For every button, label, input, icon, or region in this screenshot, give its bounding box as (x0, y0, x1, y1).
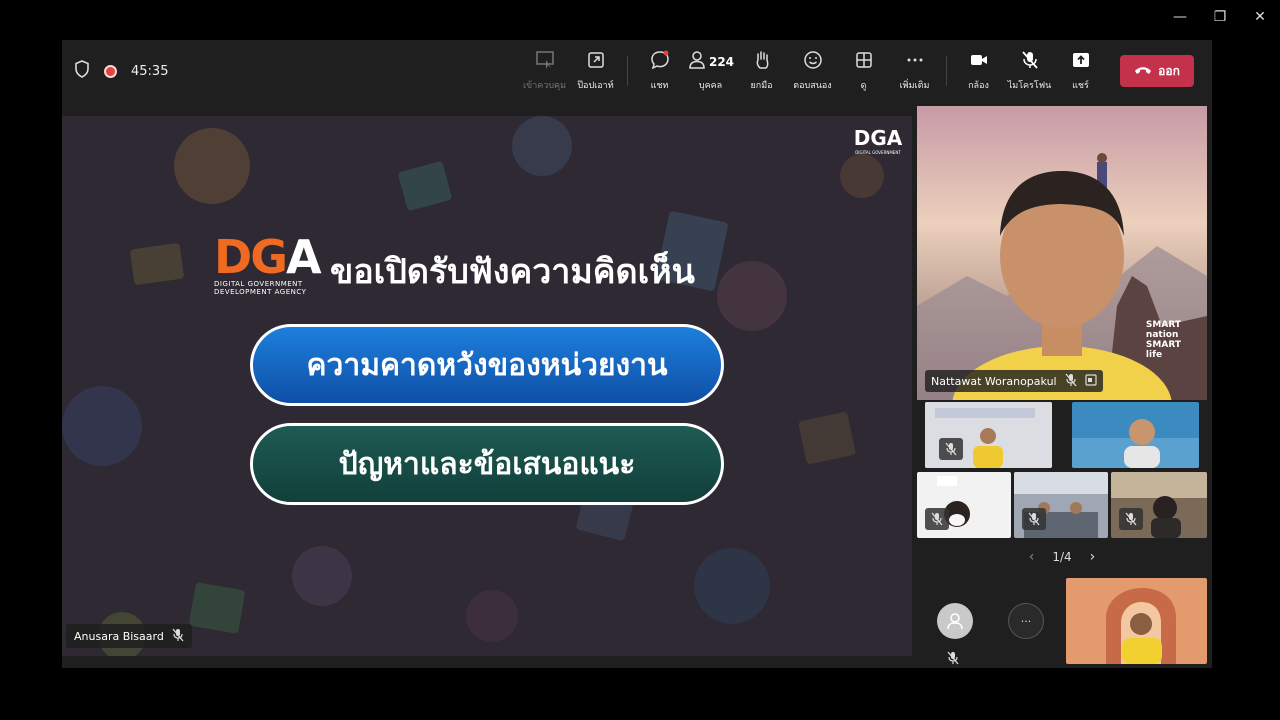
meeting-timer: 45:35 (131, 63, 169, 79)
chat-button[interactable]: แชท (634, 40, 685, 102)
mic-label: ไมโครโฟน (1007, 81, 1052, 91)
corner-dga-text: DGA (853, 126, 903, 150)
view-button[interactable]: ดู (838, 40, 889, 102)
mic-off-icon (1065, 373, 1077, 390)
share-label: แชร์ (1072, 81, 1089, 91)
gallery-pager: ‹ 1/4 › (917, 546, 1207, 568)
leave-label: ออก (1158, 63, 1180, 78)
minimize-button[interactable]: — (1160, 0, 1200, 34)
participant-tile[interactable] (925, 402, 1052, 468)
main-participant-tag: Nattawat Woranopakul (925, 370, 1103, 392)
maximize-button[interactable]: ❐ (1200, 0, 1240, 34)
smiley-icon (803, 50, 823, 74)
chevron-left-icon[interactable]: ‹ (1029, 549, 1035, 565)
smart-line-2: nation (1145, 330, 1179, 340)
smart-line-4: life (1145, 350, 1163, 360)
participant-tile[interactable] (1072, 402, 1199, 468)
more-participants-button[interactable]: ··· (1008, 603, 1044, 639)
chevron-right-icon[interactable]: › (1090, 549, 1096, 565)
slide-pill-expectations: ความคาดหวังของหน่วยงาน (250, 324, 724, 406)
chat-label: แชท (650, 81, 669, 91)
mic-off-icon (1119, 508, 1143, 530)
popout-button[interactable]: ป๊อปเอาท์ (570, 40, 621, 102)
share-screen-icon (1084, 373, 1097, 389)
avatar[interactable] (937, 603, 973, 639)
grid-icon (854, 50, 874, 74)
toolbar-divider (946, 56, 947, 86)
hand-icon (752, 50, 772, 74)
share-icon (1071, 50, 1091, 74)
corner-dga-logo: DGA DIGITAL GOVERNMENT (852, 126, 904, 155)
take-control-label: เข้าควบคุม (522, 81, 567, 91)
people-label: บุคคล (698, 81, 723, 91)
self-view-tile[interactable] (1066, 578, 1207, 664)
popout-icon (586, 50, 606, 74)
hang-up-icon (1134, 64, 1152, 78)
main-participant-name: Nattawat Woranopakul (931, 374, 1057, 388)
more-label: เพิ่มเติม (899, 81, 930, 91)
participant-tile[interactable] (917, 472, 1011, 538)
take-control-button[interactable]: เข้าควบคุม (519, 40, 570, 102)
smart-line-1: SMART (1145, 320, 1181, 330)
smart-line-3: SMART (1145, 340, 1181, 350)
raise-hand-label: ยกมือ (750, 81, 773, 91)
more-button[interactable]: เพิ่มเติม (889, 40, 940, 102)
dga-logo-sub-2: DEVELOPMENT AGENCY (214, 288, 307, 296)
presenter-name: Anusara Bisaard (74, 629, 164, 643)
mic-off-icon (939, 438, 963, 460)
page-indicator: 1/4 (1052, 550, 1072, 564)
raise-hand-button[interactable]: ยกมือ (736, 40, 787, 102)
popout-label: ป๊อปเอาท์ (577, 81, 614, 91)
participant-tile[interactable] (1111, 472, 1207, 538)
dga-logo: DGA DIGITAL GOVERNMENT DEVELOPMENT AGENC… (214, 230, 322, 296)
camera-icon (969, 50, 989, 74)
self-view-video (1066, 578, 1207, 664)
mic-off-icon (1020, 50, 1040, 74)
mic-off-icon (947, 650, 959, 669)
close-window-button[interactable]: ✕ (1240, 0, 1280, 34)
presenter-name-tag: Anusara Bisaard (66, 624, 192, 648)
mic-off-icon (1022, 508, 1046, 530)
meeting-toolbar: 45:35 เข้าควบคุม ป๊อปเอาท์ แชท 224 บุคคล… (62, 40, 1212, 102)
window-controls: — ❐ ✕ (1160, 0, 1280, 34)
shared-screen: DGA DIGITAL GOVERNMENT DGA DIGITAL GOVER… (62, 116, 912, 656)
person-icon (947, 613, 963, 630)
people-button[interactable]: 224 บุคคล (685, 40, 736, 102)
camera-label: กล้อง (968, 81, 989, 91)
people-count: 224 (708, 55, 735, 69)
dga-logo-word: DGA (214, 230, 322, 284)
react-label: ตอบสนอง (793, 81, 832, 91)
meeting-window: 45:35 เข้าควบคุม ป๊อปเอาท์ แชท 224 บุคคล… (62, 40, 1212, 668)
react-button[interactable]: ตอบสนอง (787, 40, 838, 102)
camera-button[interactable]: กล้อง (953, 40, 1004, 102)
view-label: ดู (860, 81, 867, 91)
share-button[interactable]: แชร์ (1055, 40, 1106, 102)
chat-icon (650, 50, 670, 74)
leave-button[interactable]: ออก (1120, 55, 1194, 87)
slide-pill-problems: ปัญหาและข้อเสนอแนะ (250, 423, 724, 505)
take-control-icon (535, 50, 555, 74)
shield-icon (74, 60, 90, 82)
participants-panel: SMART nation SMART life Nattawat Woranop… (917, 106, 1207, 666)
mic-off-icon (925, 508, 949, 530)
main-participant-video[interactable]: SMART nation SMART life Nattawat Woranop… (917, 106, 1207, 400)
more-dots-icon (905, 50, 925, 74)
participant-video (1072, 402, 1199, 468)
mic-off-icon (172, 628, 184, 645)
corner-dga-sub: DIGITAL GOVERNMENT (855, 150, 901, 155)
smart-nation-caption: SMART nation SMART life (1146, 320, 1181, 360)
mic-button[interactable]: ไมโครโฟน (1004, 40, 1055, 102)
recording-icon (104, 64, 117, 78)
people-icon (687, 50, 707, 74)
dga-logo-sub-1: DIGITAL GOVERNMENT (214, 280, 303, 288)
toolbar-divider (627, 56, 628, 86)
participant-tile[interactable] (1014, 472, 1108, 538)
slide-title: ขอเปิดรับฟังความคิดเห็น (330, 252, 695, 292)
